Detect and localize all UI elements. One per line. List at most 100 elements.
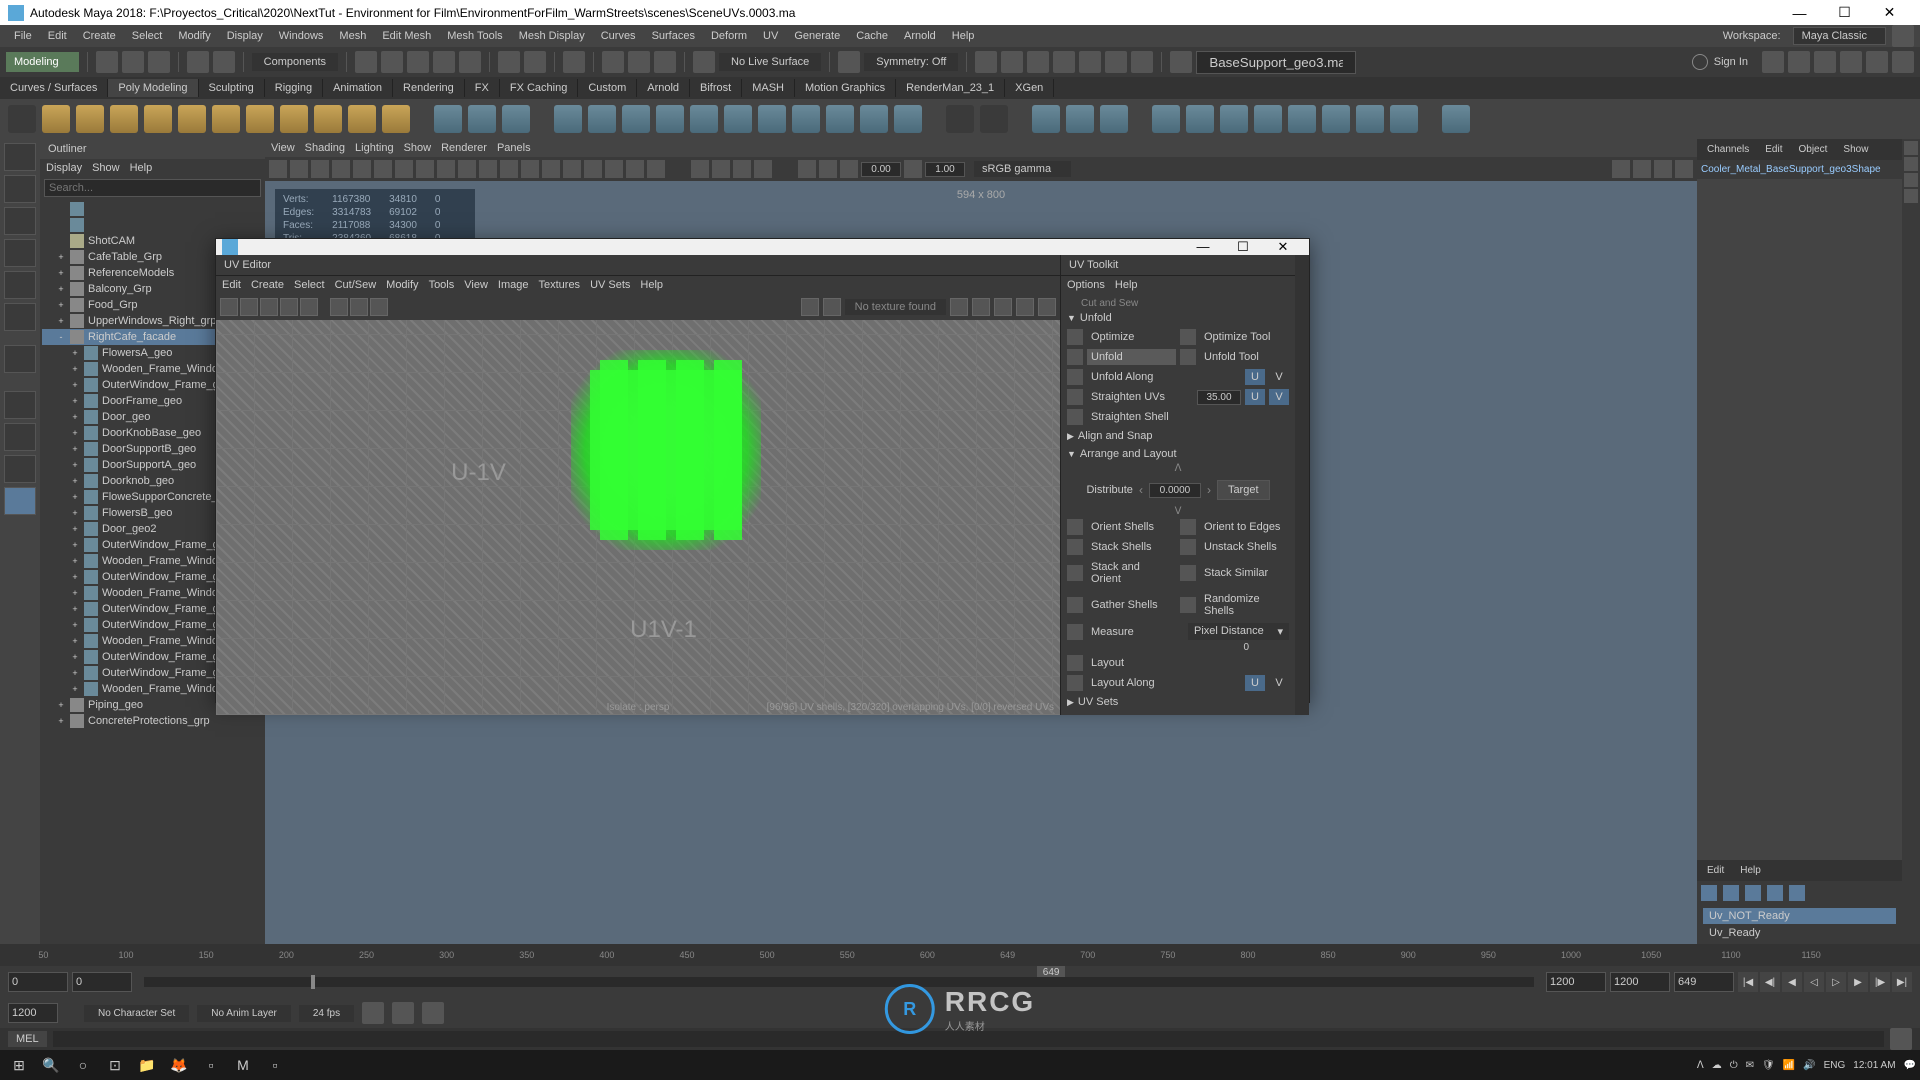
- uv-texture-dropdown[interactable]: No texture found: [845, 299, 946, 315]
- go-end-button[interactable]: ▶|: [1892, 972, 1912, 992]
- clock[interactable]: 12:01 AM: [1853, 1060, 1895, 1071]
- menu-mesh-tools[interactable]: Mesh Tools: [439, 30, 510, 42]
- symmetry-icon[interactable]: [838, 51, 860, 73]
- step-forward-button[interactable]: ▶: [1848, 972, 1868, 992]
- symmetry-dropdown[interactable]: Symmetry: Off: [864, 53, 958, 71]
- preferences-icon[interactable]: [392, 1002, 414, 1024]
- tab-fx-caching[interactable]: FX Caching: [500, 79, 578, 97]
- set-icon[interactable]: [1723, 885, 1739, 901]
- task-view-icon[interactable]: ⊡: [100, 1051, 130, 1079]
- uv-tb-icon[interactable]: [280, 298, 298, 316]
- uv-tb-icon[interactable]: [1038, 298, 1056, 316]
- rp-tab-channels[interactable]: Channels: [1699, 141, 1757, 158]
- tab-renderman[interactable]: RenderMan_23_1: [896, 79, 1005, 97]
- vp-tool-icon[interactable]: [647, 160, 665, 178]
- poly-svg-icon[interactable]: [382, 105, 410, 133]
- menu-edit-mesh[interactable]: Edit Mesh: [374, 30, 439, 42]
- tab-bifrost[interactable]: Bifrost: [690, 79, 742, 97]
- poly-cylinder-icon[interactable]: [110, 105, 138, 133]
- straighten-u-button[interactable]: U: [1245, 389, 1265, 405]
- outliner-item[interactable]: [42, 217, 263, 233]
- rp-tab-show[interactable]: Show: [1835, 141, 1876, 158]
- straighten-shell-button[interactable]: Straighten Shell: [1087, 409, 1289, 425]
- poly-type-icon[interactable]: [348, 105, 376, 133]
- paint-select-tool-icon[interactable]: [4, 207, 36, 235]
- uv-tb-icon[interactable]: [350, 298, 368, 316]
- file-explorer-icon[interactable]: 📁: [132, 1051, 162, 1079]
- snap-plane-icon[interactable]: [433, 51, 455, 73]
- uv-close-button[interactable]: ✕: [1263, 239, 1303, 255]
- go-start-button[interactable]: |◀: [1738, 972, 1758, 992]
- vp-tool-icon[interactable]: [395, 160, 413, 178]
- layout-button[interactable]: Layout: [1087, 655, 1289, 671]
- chevron-down-icon[interactable]: ᐯ: [1067, 506, 1289, 517]
- uv-menu-modify[interactable]: Modify: [386, 279, 418, 291]
- time-slider[interactable]: 5010015020025030035040045050055060064970…: [0, 944, 1920, 966]
- search-icon[interactable]: 🔍: [36, 1051, 66, 1079]
- app-icon[interactable]: ▫: [260, 1051, 290, 1079]
- script-editor-icon[interactable]: [1890, 1028, 1912, 1050]
- volume-icon[interactable]: 🔊: [1803, 1060, 1815, 1071]
- stack-similar-button[interactable]: Stack Similar: [1200, 565, 1289, 581]
- tab-xgen[interactable]: XGen: [1005, 79, 1054, 97]
- optimize-button[interactable]: Optimize: [1087, 329, 1176, 345]
- uv-maximize-button[interactable]: ☐: [1223, 239, 1263, 255]
- attribute-editor-icon[interactable]: [1904, 173, 1918, 187]
- vp-tool-icon[interactable]: [798, 160, 816, 178]
- randomize-shells-button[interactable]: Randomize Shells: [1200, 591, 1289, 619]
- uv-tb-icon[interactable]: [240, 298, 258, 316]
- uv-tb-icon[interactable]: [801, 298, 819, 316]
- menu-windows[interactable]: Windows: [271, 30, 332, 42]
- uv-toolkit-menu-help[interactable]: Help: [1115, 279, 1138, 291]
- multi-cut-icon[interactable]: [1032, 105, 1060, 133]
- vp-tool-icon[interactable]: [311, 160, 329, 178]
- start-button[interactable]: ⊞: [4, 1051, 34, 1079]
- render-icon[interactable]: [602, 51, 624, 73]
- ipr-icon[interactable]: [628, 51, 650, 73]
- rotate-tool-icon[interactable]: [4, 271, 36, 299]
- chevron-up-icon[interactable]: ᐱ: [1067, 463, 1289, 474]
- uv-canvas[interactable]: U-1V U1V-1 [96/96] UV shells, [320/320] …: [216, 320, 1060, 715]
- menu-generate[interactable]: Generate: [786, 30, 848, 42]
- set-icon[interactable]: [1745, 885, 1761, 901]
- menu-uv[interactable]: UV: [755, 30, 786, 42]
- toolbar-icon[interactable]: [975, 51, 997, 73]
- arrange-layout-header[interactable]: ▼Arrange and Layout: [1067, 445, 1289, 463]
- uv-toolkit-menu-options[interactable]: Options: [1067, 279, 1105, 291]
- tab-mash[interactable]: MASH: [742, 79, 795, 97]
- tray-icon[interactable]: ✉: [1746, 1060, 1754, 1071]
- selection-field[interactable]: [1196, 51, 1356, 74]
- toolbar-icon[interactable]: [1053, 51, 1075, 73]
- unfold-section-header[interactable]: ▼Unfold: [1067, 309, 1289, 327]
- uv-scrollbar[interactable]: [1295, 255, 1309, 715]
- menu-select[interactable]: Select: [124, 30, 171, 42]
- channel-box-icon[interactable]: [1904, 141, 1918, 155]
- open-scene-icon[interactable]: [122, 51, 144, 73]
- magnet-icon[interactable]: [693, 51, 715, 73]
- straighten-v-button[interactable]: V: [1269, 389, 1289, 405]
- live-surface-icon[interactable]: [498, 51, 520, 73]
- construction-history-icon[interactable]: [563, 51, 585, 73]
- vp-menu-panels[interactable]: Panels: [497, 142, 531, 154]
- toolbar-icon[interactable]: [1788, 51, 1810, 73]
- new-scene-icon[interactable]: [96, 51, 118, 73]
- uv-menu-select[interactable]: Select: [294, 279, 325, 291]
- toolbar-icon[interactable]: [1892, 51, 1914, 73]
- vp-menu-renderer[interactable]: Renderer: [441, 142, 487, 154]
- snap-grid-icon[interactable]: [355, 51, 377, 73]
- app-icon[interactable]: ▫: [196, 1051, 226, 1079]
- last-tool-icon[interactable]: [4, 345, 36, 373]
- vp-menu-view[interactable]: View: [271, 142, 295, 154]
- range-end-field[interactable]: [8, 1003, 58, 1023]
- mode-selector[interactable]: Modeling: [6, 52, 79, 72]
- poly-tool-icon[interactable]: [1288, 105, 1316, 133]
- unfold-u-button[interactable]: U: [1245, 369, 1265, 385]
- layout-outliner-icon[interactable]: [4, 487, 36, 515]
- poly-tool-icon[interactable]: [860, 105, 888, 133]
- poly-tool-icon[interactable]: [894, 105, 922, 133]
- gather-shells-button[interactable]: Gather Shells: [1087, 597, 1176, 613]
- tray-icon[interactable]: ⏻: [1730, 1060, 1738, 1071]
- separate-icon[interactable]: [588, 105, 616, 133]
- unstack-shells-button[interactable]: Unstack Shells: [1200, 539, 1289, 555]
- step-forward-key-button[interactable]: |▶: [1870, 972, 1890, 992]
